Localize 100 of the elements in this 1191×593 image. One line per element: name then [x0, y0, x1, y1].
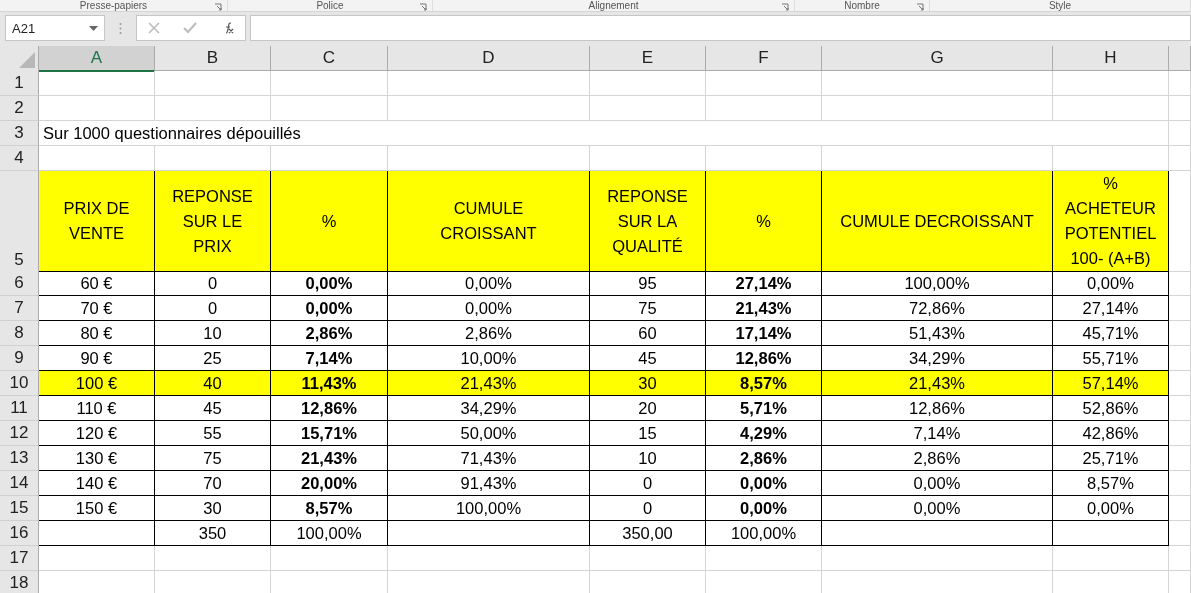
ribbon-group-label: Presse-papiers: [79, 0, 148, 11]
table-cell: 15,71%: [271, 421, 388, 446]
ribbon-group-label: Style: [1048, 0, 1072, 11]
header-cell: %: [706, 171, 822, 272]
table-cell: 100,00%: [388, 496, 590, 521]
grid-cell: [1169, 321, 1191, 346]
table-cell: 34,29%: [388, 396, 590, 421]
table-cell: 4,29%: [706, 421, 822, 446]
table-cell: 100 €: [39, 371, 155, 396]
column-header[interactable]: A: [39, 46, 155, 72]
table-cell: 0,00%: [271, 271, 388, 296]
table-cell: 150 €: [39, 496, 155, 521]
select-all-triangle-icon[interactable]: [19, 52, 35, 68]
row-number[interactable]: 6: [0, 271, 39, 296]
grid-cell: [1169, 296, 1191, 321]
table-cell: 0,00%: [388, 296, 590, 321]
grid-cell: [1169, 96, 1191, 121]
formula-input-field[interactable]: [250, 15, 1191, 41]
dialog-launcher-icon[interactable]: [419, 3, 427, 11]
row-number[interactable]: 16: [0, 521, 39, 546]
table-cell: 45,71%: [1053, 321, 1169, 346]
table-cell: 0,00%: [822, 496, 1053, 521]
column-header[interactable]: B: [155, 46, 271, 71]
grid-cell: [1169, 471, 1191, 496]
table-cell: 27,14%: [1053, 296, 1169, 321]
table-cell: 110 €: [39, 396, 155, 421]
row-number[interactable]: 1: [0, 71, 39, 96]
table-cell: 100,00%: [822, 271, 1053, 296]
grid-cell: [1169, 346, 1191, 371]
drag-handle-icon[interactable]: [119, 21, 122, 35]
table-cell: 30: [155, 496, 271, 521]
table-cell: 12,86%: [822, 396, 1053, 421]
column-header[interactable]: C: [271, 46, 388, 71]
grid-cell: [1169, 496, 1191, 521]
grid-cell: [1169, 271, 1191, 296]
ribbon-group-label: Alignement: [588, 0, 639, 11]
table-cell: 20,00%: [271, 471, 388, 496]
column-header[interactable]: D: [388, 46, 590, 71]
row-number[interactable]: 8: [0, 321, 39, 346]
table-cell: 30: [590, 371, 706, 396]
row-number[interactable]: 14: [0, 471, 39, 496]
row-number[interactable]: 17: [0, 546, 39, 571]
table-cell: 120 €: [39, 421, 155, 446]
table-cell: 0,00%: [1053, 496, 1169, 521]
row-number[interactable]: 10: [0, 371, 39, 396]
row-number[interactable]: 12: [0, 421, 39, 446]
table-cell: 45: [155, 396, 271, 421]
table-cell: 10: [155, 321, 271, 346]
table-cell: 21,43%: [271, 446, 388, 471]
column-header[interactable]: E: [590, 46, 706, 71]
row-number[interactable]: 4: [0, 146, 39, 171]
table-cell: 60 €: [39, 271, 155, 296]
table-cell: 8,57%: [271, 496, 388, 521]
table-cell: 40: [155, 371, 271, 396]
table-cell: 60: [590, 321, 706, 346]
table-cell: 72,86%: [822, 296, 1053, 321]
table-cell: 51,43%: [822, 321, 1053, 346]
ribbon-group-label: Police: [316, 0, 344, 11]
table-cell: 27,14%: [706, 271, 822, 296]
table-cell: 57,14%: [1053, 371, 1169, 396]
dialog-launcher-icon[interactable]: [214, 3, 222, 11]
dialog-launcher-icon[interactable]: [916, 3, 924, 11]
ribbon-group-label: Nombre: [844, 0, 880, 11]
column-header[interactable]: F: [706, 46, 822, 71]
table-cell: 350,00: [590, 521, 706, 546]
column-header[interactable]: H: [1053, 46, 1169, 71]
table-cell: 100,00%: [706, 521, 822, 546]
header-cell: CUMULE DECROISSANT: [822, 171, 1053, 272]
row-number[interactable]: 5: [0, 171, 39, 272]
header-cell: % ACHETEUR POTENTIEL 100- (A+B): [1053, 171, 1169, 272]
table-cell: 140 €: [39, 471, 155, 496]
column-header[interactable]: G: [822, 46, 1053, 71]
column-header-stub[interactable]: [1169, 46, 1191, 71]
table-cell: 75: [590, 296, 706, 321]
table-cell: 55: [155, 421, 271, 446]
table-cell: 25,71%: [1053, 446, 1169, 471]
row-number[interactable]: 3: [0, 121, 39, 146]
dropdown-caret-icon[interactable]: [89, 25, 98, 31]
row-number[interactable]: 18: [0, 571, 39, 593]
row-number[interactable]: 13: [0, 446, 39, 471]
table-cell: 0,00%: [706, 471, 822, 496]
grid-cell: [1169, 446, 1191, 471]
row-number[interactable]: 15: [0, 496, 39, 521]
table-cell: 75: [155, 446, 271, 471]
table-cell: 80 €: [39, 321, 155, 346]
row-number[interactable]: 2: [0, 96, 39, 121]
table-cell: 50,00%: [388, 421, 590, 446]
row-number[interactable]: 7: [0, 296, 39, 321]
grid-cell: [1169, 546, 1191, 571]
table-cell: 42,86%: [1053, 421, 1169, 446]
header-cell: CUMULE CROISSANT: [388, 171, 590, 272]
dialog-launcher-icon[interactable]: [781, 3, 789, 11]
checkmark-icon[interactable]: [183, 22, 197, 34]
header-cell: REPONSE SUR LA QUALITÉ: [590, 171, 706, 272]
cancel-icon[interactable]: [148, 22, 161, 34]
table-cell: 70 €: [39, 296, 155, 321]
row-number[interactable]: 9: [0, 346, 39, 371]
table-cell: 0: [155, 296, 271, 321]
name-box[interactable]: A21: [5, 15, 105, 41]
row-number[interactable]: 11: [0, 396, 39, 421]
